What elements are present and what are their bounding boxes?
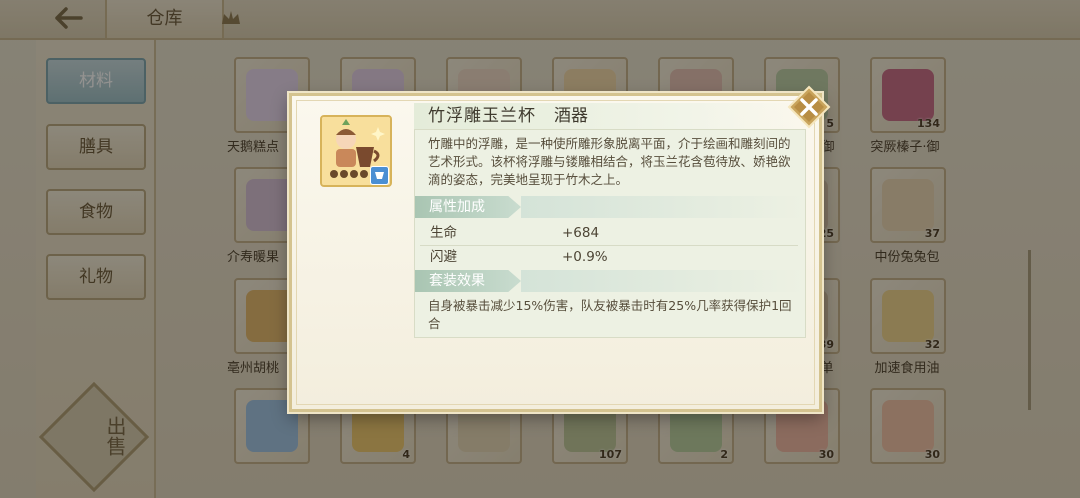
stat-value-hp: +684	[562, 225, 600, 241]
stat-label-dodge: 闪避	[430, 249, 457, 265]
item-description: 竹雕中的浮雕，是一种使所雕形象脱离平面，介于绘画和雕刻间的艺术形式。该杯将浮雕与…	[428, 136, 791, 187]
attributes-header: 属性加成	[415, 196, 521, 218]
item-title: 竹浮雕玉兰杯	[428, 106, 536, 126]
tableware-type-icon	[375, 172, 384, 179]
stat-divider	[420, 245, 798, 246]
item-type: 酒器	[554, 106, 588, 126]
set-effect-header: 套装效果	[415, 270, 521, 292]
section-line	[521, 270, 804, 292]
set-effect-description: 自身被暴击减少15%伤害，队友被暴击时有25%几率获得保护1回合	[428, 298, 792, 331]
stat-value-dodge: +0.9%	[562, 249, 608, 265]
close-icon[interactable]	[787, 85, 831, 129]
cup-badge-icon	[370, 166, 389, 185]
stat-label-hp: 生命	[430, 225, 457, 241]
section-line	[521, 196, 804, 218]
